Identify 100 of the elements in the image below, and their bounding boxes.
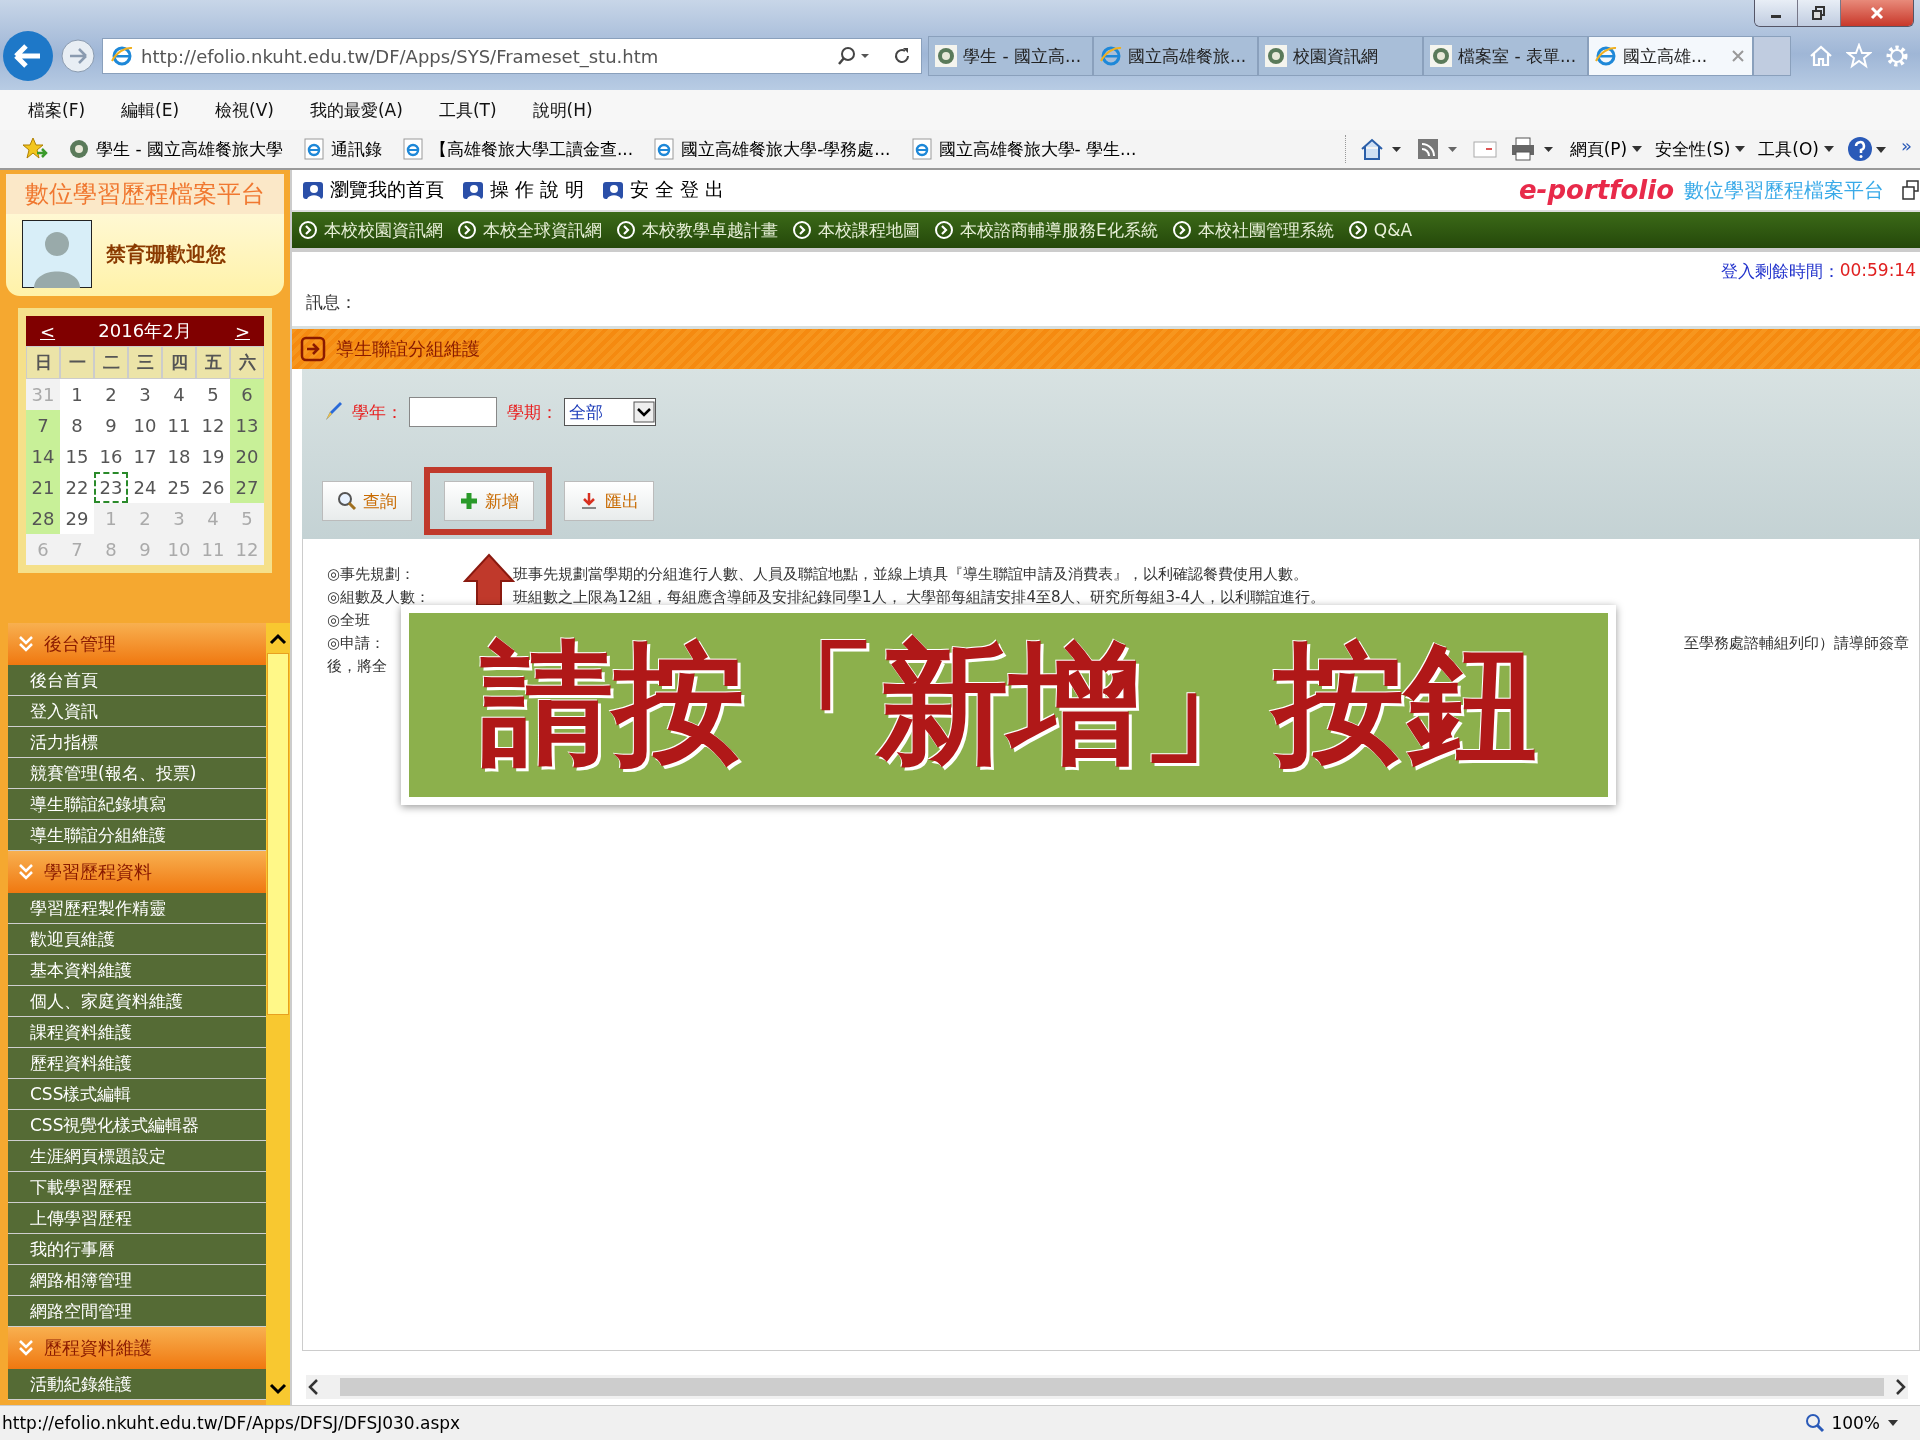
close-icon[interactable] — [1730, 48, 1746, 64]
restore-icon[interactable] — [1902, 179, 1920, 201]
nav-link[interactable]: 本校課程地圖 — [792, 218, 920, 242]
calendar-day[interactable]: 29 — [60, 503, 94, 534]
calendar-day[interactable]: 23 — [94, 472, 128, 503]
sidebar-menu-item[interactable]: 我的行事曆 — [8, 1234, 266, 1265]
toolbar-button[interactable]: 新增 — [444, 481, 534, 521]
sidebar-menu-item[interactable]: 個人、家庭資料維護 — [8, 986, 266, 1017]
menu-section-header[interactable]: 歷程資料維護 — [8, 1327, 266, 1369]
sidebar-menu-item[interactable]: CSS樣式編輯 — [8, 1079, 266, 1110]
calendar-day[interactable]: 27 — [230, 472, 264, 503]
nav-link[interactable]: 本校諮商輔導服務E化系統 — [934, 218, 1158, 242]
sidebar-menu-item[interactable]: 網路空間管理 — [8, 1296, 266, 1327]
calendar-day[interactable]: 26 — [196, 472, 230, 503]
sidebar-menu-item[interactable]: CSS視覺化樣式編輯器 — [8, 1110, 266, 1141]
header-link[interactable]: 安 全 登 出 — [602, 177, 725, 203]
sidebar-menu-item[interactable]: 導生聯誼紀錄填寫 — [8, 789, 266, 820]
calendar-day[interactable]: 3 — [128, 379, 162, 410]
calendar-day[interactable]: 20 — [230, 441, 264, 472]
prev-month-link[interactable]: < — [40, 320, 56, 342]
calendar-day[interactable]: 28 — [26, 503, 60, 534]
nav-link[interactable]: 本校社團管理系統 — [1171, 218, 1334, 242]
sidebar-menu-item[interactable]: 競賽管理(報名、投票) — [8, 758, 266, 789]
calendar-day[interactable]: 18 — [162, 441, 196, 472]
calendar-day[interactable]: 11 — [162, 410, 196, 441]
back-icon[interactable] — [2, 30, 54, 82]
minimize-button[interactable] — [1755, 0, 1798, 26]
toolbar-button[interactable]: 匯出 — [564, 481, 654, 521]
calendar-day[interactable]: 9 — [94, 410, 128, 441]
calendar-day[interactable]: 8 — [60, 410, 94, 441]
star-icon[interactable] — [1846, 43, 1872, 69]
menu-item[interactable]: 工具(T) — [438, 98, 497, 122]
sidebar-menu-item[interactable]: 歷程資料維護 — [8, 1048, 266, 1079]
menu-section-header[interactable]: 後台管理 — [8, 623, 266, 665]
favorites-star-icon[interactable] — [22, 137, 48, 161]
browser-tab[interactable]: 國立高雄... — [1588, 36, 1753, 76]
address-field[interactable]: http://efolio.nkuht.edu.tw/DF/Apps/SYS/Frameset_stu.htm — [102, 38, 922, 74]
favorite-link[interactable]: 學生 - 國立高雄餐旅大學 — [68, 137, 283, 161]
browser-tab[interactable]: 校園資訊網 — [1258, 36, 1423, 76]
sidebar-menu-item[interactable]: 登入資訊 — [8, 696, 266, 727]
horizontal-scrollbar[interactable] — [306, 1375, 1908, 1399]
command-menu[interactable]: 網頁(P) — [1569, 137, 1644, 161]
header-link[interactable]: 瀏覽我的首頁 — [302, 177, 444, 203]
calendar-day[interactable]: 7 — [26, 410, 60, 441]
sidebar-menu-item[interactable]: 網路相簿管理 — [8, 1265, 266, 1296]
sidebar-menu-item[interactable]: 課程資料維護 — [8, 1017, 266, 1048]
nav-link[interactable]: 本校教學卓越計畫 — [616, 218, 778, 242]
calendar-day[interactable]: 25 — [162, 472, 196, 503]
menu-item[interactable]: 編輯(E) — [121, 98, 180, 122]
favorite-link[interactable]: 【高雄餐旅大學工讀金查... — [401, 137, 634, 161]
sidebar-menu-item[interactable]: 生涯網頁標題設定 — [8, 1141, 266, 1172]
browser-tab[interactable]: 國立高雄餐旅... — [1093, 36, 1258, 76]
header-link[interactable]: 操 作 說 明 — [462, 177, 585, 203]
calendar-day[interactable]: 13 — [230, 410, 264, 441]
command-menu[interactable]: 工具(O) — [1758, 137, 1835, 161]
calendar-day[interactable]: 14 — [26, 441, 60, 472]
more-button[interactable]: » — [1901, 135, 1912, 156]
feed-dropdown-icon[interactable] — [1415, 136, 1460, 162]
command-menu[interactable]: 安全性(S) — [1655, 137, 1747, 161]
calendar-day[interactable]: 17 — [128, 441, 162, 472]
sidebar-menu-item[interactable]: 上傳學習歷程 — [8, 1203, 266, 1234]
favorite-link[interactable]: 國立高雄餐旅大學-學務處... — [653, 137, 891, 161]
calendar-day[interactable]: 1 — [60, 379, 94, 410]
calendar-day[interactable]: 12 — [196, 410, 230, 441]
vertical-scrollbar[interactable] — [266, 623, 290, 1405]
calendar-day[interactable]: 6 — [230, 379, 264, 410]
calendar-day[interactable]: 21 — [26, 472, 60, 503]
nav-link[interactable]: 本校校園資訊網 — [298, 218, 443, 242]
sidebar-menu-item[interactable]: 活動紀錄維護 — [8, 1369, 266, 1400]
calendar-day[interactable]: 16 — [94, 441, 128, 472]
calendar-day[interactable]: 19 — [196, 441, 230, 472]
sidebar-menu-item[interactable]: 下載學習歷程 — [8, 1172, 266, 1203]
nav-link[interactable]: Q&A — [1347, 220, 1413, 240]
calendar-day[interactable]: 22 — [60, 472, 94, 503]
sidebar-menu-item[interactable]: 活力指標 — [8, 727, 266, 758]
home-dropdown-icon[interactable] — [1359, 136, 1404, 162]
favorite-link[interactable]: 通訊錄 — [302, 137, 382, 161]
scroll-up-icon[interactable] — [268, 631, 288, 647]
favorite-link[interactable]: 國立高雄餐旅大學- 學生... — [910, 137, 1137, 161]
calendar-day[interactable]: 24 — [128, 472, 162, 503]
menu-item[interactable]: 檔案(F) — [28, 98, 86, 122]
menu-item[interactable]: 檢視(V) — [215, 98, 274, 122]
help-dropdown-icon[interactable] — [1847, 135, 1889, 163]
sidebar-menu-item[interactable]: 學習歷程製作精靈 — [8, 893, 266, 924]
menu-item[interactable]: 說明(H) — [532, 98, 593, 122]
menu-section-header[interactable]: 學習歷程資料 — [8, 851, 266, 893]
year-input[interactable] — [409, 397, 497, 427]
next-month-link[interactable]: > — [234, 320, 250, 342]
calendar-day[interactable]: 10 — [128, 410, 162, 441]
sidebar-menu-item[interactable]: 後台首頁 — [8, 665, 266, 696]
sidebar-menu-item[interactable]: 基本資料維護 — [8, 955, 266, 986]
calendar-day[interactable]: 2 — [94, 379, 128, 410]
browser-tab[interactable]: 檔案室 - 表單... — [1423, 36, 1588, 76]
sidebar-menu-item[interactable]: 歡迎頁維護 — [8, 924, 266, 955]
semester-select[interactable]: 全部 — [564, 398, 656, 426]
zoom-level[interactable]: 100% — [1805, 1413, 1900, 1433]
calendar-day[interactable]: 4 — [162, 379, 196, 410]
scroll-down-icon[interactable] — [268, 1381, 288, 1397]
browser-tab[interactable]: 學生 - 國立高... — [928, 36, 1093, 76]
menu-item[interactable]: 我的最愛(A) — [309, 98, 403, 122]
